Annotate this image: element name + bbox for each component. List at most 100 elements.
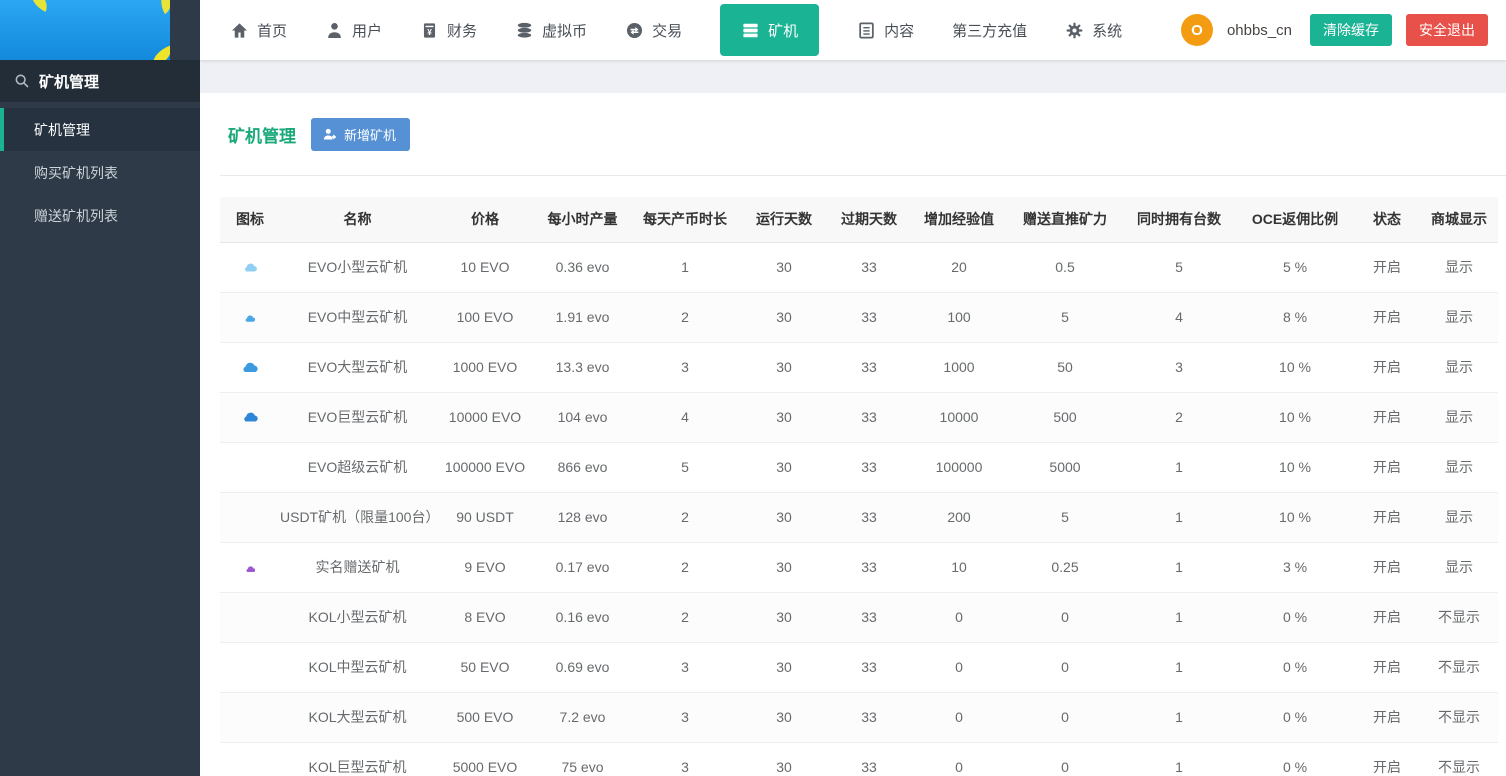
cell-gift-power: 500 <box>1008 392 1122 443</box>
cell-max-owned: 3 <box>1122 342 1236 393</box>
miner-cloud-icon <box>242 412 259 422</box>
cell-daily-coin-hours: 3 <box>630 342 740 393</box>
server-icon <box>741 21 760 40</box>
cell-name: 实名赠送矿机 <box>280 542 435 593</box>
username-label[interactable]: ohbbs_cn <box>1227 22 1292 39</box>
cell-status: 开启 <box>1354 592 1420 643</box>
column-header: 名称 <box>280 197 435 243</box>
cell-expire-days: 33 <box>828 242 910 293</box>
cell-daily-coin-hours: 3 <box>630 642 740 693</box>
column-header: 过期天数 <box>828 197 910 243</box>
cell-max-owned: 5 <box>1122 242 1236 293</box>
main-area: 矿机管理 新增矿机 图标 名称 价格 每小时产量 每天产币时长 运行天数 过期天数 增加经验值… <box>200 60 1506 776</box>
cell-daily-coin-hours: 2 <box>630 592 740 643</box>
add-miner-button-label: 新增矿机 <box>344 128 397 143</box>
column-header: 运行天数 <box>740 197 828 243</box>
nav-item-8[interactable]: 系统 <box>1065 0 1122 60</box>
clear-cache-button[interactable]: 清除缓存 <box>1310 14 1392 46</box>
cell-hourly-output: 866 evo <box>535 442 630 493</box>
logout-button[interactable]: 安全退出 <box>1406 14 1488 46</box>
cell-price: 10 EVO <box>435 242 535 293</box>
cell-gift-power: 0 <box>1008 692 1122 743</box>
cell-run-days: 30 <box>740 242 828 293</box>
cell-hourly-output: 0.16 evo <box>535 592 630 643</box>
cell-oce-rebate: 5 % <box>1236 242 1354 293</box>
nav-item-0[interactable]: 首页 <box>230 0 287 60</box>
cell-daily-coin-hours: 2 <box>630 292 740 343</box>
sidebar-section-header: 矿机管理 <box>0 60 200 102</box>
cell-mall-display: 显示 <box>1420 492 1498 543</box>
cell-expire-days: 33 <box>828 342 910 393</box>
cell-name: EVO超级云矿机 <box>280 442 435 493</box>
cell-expire-days: 33 <box>828 292 910 343</box>
nav-item-label: 用户 <box>352 22 383 40</box>
cell-gift-power: 0.25 <box>1008 542 1122 593</box>
cell-daily-coin-hours: 3 <box>630 742 740 776</box>
cell-daily-coin-hours: 5 <box>630 442 740 493</box>
sidebar-item-2[interactable]: 赠送矿机列表 <box>0 194 200 237</box>
cell-max-owned: 1 <box>1122 692 1236 743</box>
nav-item-5[interactable]: 矿机 <box>720 4 820 56</box>
table-row: EVO大型云矿机 1000 EVO 13.3 evo 3 30 33 1000 50 3 10 %… <box>220 342 1498 393</box>
nav-item-label: 财务 <box>447 22 478 40</box>
cell-status: 开启 <box>1354 692 1420 743</box>
cell-exp-gain: 10 <box>910 542 1008 593</box>
cell-oce-rebate: 0 % <box>1236 742 1354 776</box>
cell-hourly-output: 104 evo <box>535 392 630 443</box>
avatar[interactable]: O <box>1180 14 1213 46</box>
miner-cloud-icon <box>244 315 256 322</box>
cell-run-days: 30 <box>740 292 828 343</box>
cell-gift-power: 5 <box>1008 292 1122 343</box>
app-logo[interactable] <box>0 0 170 60</box>
miner-icon-cell <box>220 292 280 343</box>
cell-oce-rebate: 10 % <box>1236 392 1354 443</box>
nav-item-7[interactable]: 第三方充值 <box>952 0 1027 60</box>
content-panel: 矿机管理 新增矿机 图标 名称 价格 每小时产量 每天产币时长 运行天数 过期天数 增加经验值… <box>200 93 1506 776</box>
cell-expire-days: 33 <box>828 742 910 776</box>
cell-name: EVO大型云矿机 <box>280 342 435 393</box>
cell-exp-gain: 1000 <box>910 342 1008 393</box>
sidebar: 矿机管理 矿机管理 购买矿机列表 赠送矿机列表 <box>0 0 200 776</box>
cell-name: KOL大型云矿机 <box>280 692 435 743</box>
nav-item-3[interactable]: 虚拟币 <box>515 0 587 60</box>
nav-item-2[interactable]: ¥ 财务 <box>420 0 477 60</box>
cell-oce-rebate: 0 % <box>1236 642 1354 693</box>
cell-max-owned: 1 <box>1122 442 1236 493</box>
cell-max-owned: 1 <box>1122 492 1236 543</box>
nav-item-6[interactable]: 内容 <box>857 0 914 60</box>
nav-item-1[interactable]: 用户 <box>325 0 382 60</box>
cell-gift-power: 5 <box>1008 492 1122 543</box>
table-row: KOL小型云矿机 8 EVO 0.16 evo 2 30 33 0 0 1 0 % 开启 不显示 <box>220 592 1498 643</box>
column-header: 商城显示 <box>1420 197 1498 243</box>
cell-price: 100 EVO <box>435 292 535 343</box>
cell-exp-gain: 0 <box>910 592 1008 643</box>
miner-cloud-icon <box>243 263 258 272</box>
gear-icon <box>1065 21 1084 40</box>
cell-name: KOL巨型云矿机 <box>280 742 435 776</box>
nav-item-label: 系统 <box>1092 22 1123 40</box>
top-navbar: 首页 用户 ¥ 财务 虚拟币 交易 矿机 内容 第三方充值 系统 O ohbbs_cn 清除缓存 … <box>200 0 1506 60</box>
cell-price: 100000 EVO <box>435 442 535 493</box>
cell-status: 开启 <box>1354 292 1420 343</box>
sidebar-item-1[interactable]: 购买矿机列表 <box>0 151 200 194</box>
cell-mall-display: 显示 <box>1420 342 1498 393</box>
cell-daily-coin-hours: 4 <box>630 392 740 443</box>
cell-exp-gain: 100 <box>910 292 1008 343</box>
cell-hourly-output: 75 evo <box>535 742 630 776</box>
table-row: EVO超级云矿机 100000 EVO 866 evo 5 30 33 100000 5000… <box>220 442 1498 493</box>
content-icon <box>857 21 876 40</box>
cell-price: 8 EVO <box>435 592 535 643</box>
logo-leaf-decoration <box>154 0 170 15</box>
miner-icon-cell <box>220 392 280 443</box>
add-miner-button[interactable]: 新增矿机 <box>311 118 411 151</box>
cell-run-days: 30 <box>740 742 828 776</box>
cell-run-days: 30 <box>740 692 828 743</box>
cell-run-days: 30 <box>740 342 828 393</box>
cell-mall-display: 不显示 <box>1420 642 1498 693</box>
sidebar-item-0[interactable]: 矿机管理 <box>0 108 200 151</box>
nav-item-label: 虚拟币 <box>542 22 588 40</box>
cell-run-days: 30 <box>740 442 828 493</box>
cell-oce-rebate: 0 % <box>1236 592 1354 643</box>
nav-item-4[interactable]: 交易 <box>625 0 682 60</box>
cell-status: 开启 <box>1354 442 1420 493</box>
